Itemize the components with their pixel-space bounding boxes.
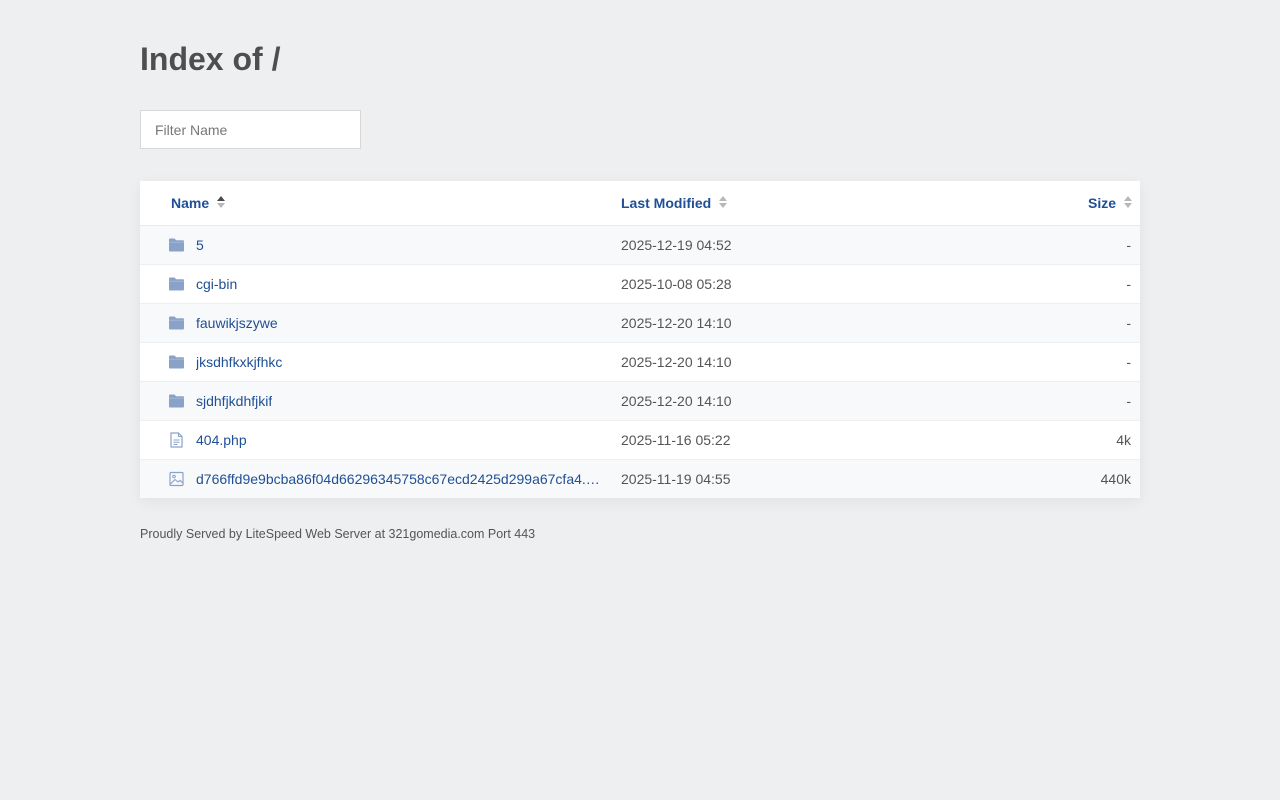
sort-by-size-header[interactable]: Size — [1088, 181, 1132, 225]
file-size: - — [1126, 354, 1131, 370]
table-row: cgi-bin 2025-10-08 05:28 - — [140, 265, 1140, 304]
file-link[interactable]: 5 — [196, 226, 204, 264]
folder-icon — [168, 393, 185, 409]
file-size: - — [1126, 315, 1131, 331]
table-row: d766ffd9e9bcba86f04d66296345758c67ecd242… — [140, 460, 1140, 498]
table-row: jksdhfkxkjfhkc 2025-12-20 14:10 - — [140, 343, 1140, 382]
file-link[interactable]: 404.php — [196, 421, 247, 459]
modified-date: 2025-12-20 14:10 — [621, 393, 732, 409]
modified-date: 2025-11-19 04:55 — [621, 471, 731, 487]
file-text-icon — [168, 432, 185, 448]
modified-date: 2025-10-08 05:28 — [621, 276, 732, 292]
size-header-label: Size — [1087, 195, 1116, 211]
modified-header-label: Last Modified — [621, 195, 712, 211]
table-row: 404.php 2025-11-16 05:22 4k — [140, 421, 1140, 460]
folder-icon — [168, 315, 185, 331]
modified-date: 2025-12-20 14:10 — [621, 354, 732, 370]
modified-date: 2025-12-19 04:52 — [621, 237, 732, 253]
page-title: Index of / — [140, 41, 281, 77]
folder-icon — [168, 354, 185, 370]
table-header: Name Last Modified Size — [140, 181, 1140, 226]
table-row: fauwikjszywe 2025-12-20 14:10 - — [140, 304, 1140, 343]
file-link[interactable]: d766ffd9e9bcba86f04d66296345758c67ecd242… — [196, 460, 600, 498]
table-row: 5 2025-12-19 04:52 - — [140, 226, 1140, 265]
file-link[interactable]: sjdhfjkdhfjkif — [196, 382, 272, 420]
file-size: - — [1126, 393, 1131, 409]
modified-date: 2025-12-20 14:10 — [621, 315, 732, 331]
file-link[interactable]: fauwikjszywe — [196, 304, 278, 342]
file-size: 440k — [1100, 471, 1131, 487]
file-link[interactable]: jksdhfkxkjfhkc — [196, 343, 282, 381]
file-size: - — [1126, 237, 1131, 253]
folder-icon — [168, 237, 185, 253]
file-link[interactable]: cgi-bin — [196, 265, 237, 303]
sort-icon — [719, 196, 728, 209]
image-file-icon — [168, 471, 185, 487]
table-body: 5 2025-12-19 04:52 - cgi-bin 2025-10-08 … — [140, 226, 1140, 498]
filter-name-input[interactable] — [140, 110, 361, 149]
folder-icon — [168, 276, 185, 292]
sort-by-name-header[interactable]: Name — [171, 181, 226, 225]
file-size: - — [1126, 276, 1131, 292]
sort-ascending-icon — [217, 196, 226, 209]
name-header-label: Name — [171, 195, 210, 211]
modified-date: 2025-11-16 05:22 — [621, 432, 731, 448]
server-footer: Proudly Served by LiteSpeed Web Server a… — [140, 527, 536, 541]
file-size: 4k — [1116, 432, 1131, 448]
table-row: sjdhfjkdhfjkif 2025-12-20 14:10 - — [140, 382, 1140, 421]
sort-icon — [1124, 196, 1132, 209]
sort-by-modified-header[interactable]: Last Modified — [621, 181, 728, 225]
file-table: Name Last Modified Size 5 2025-12-19 04:… — [140, 181, 1140, 498]
